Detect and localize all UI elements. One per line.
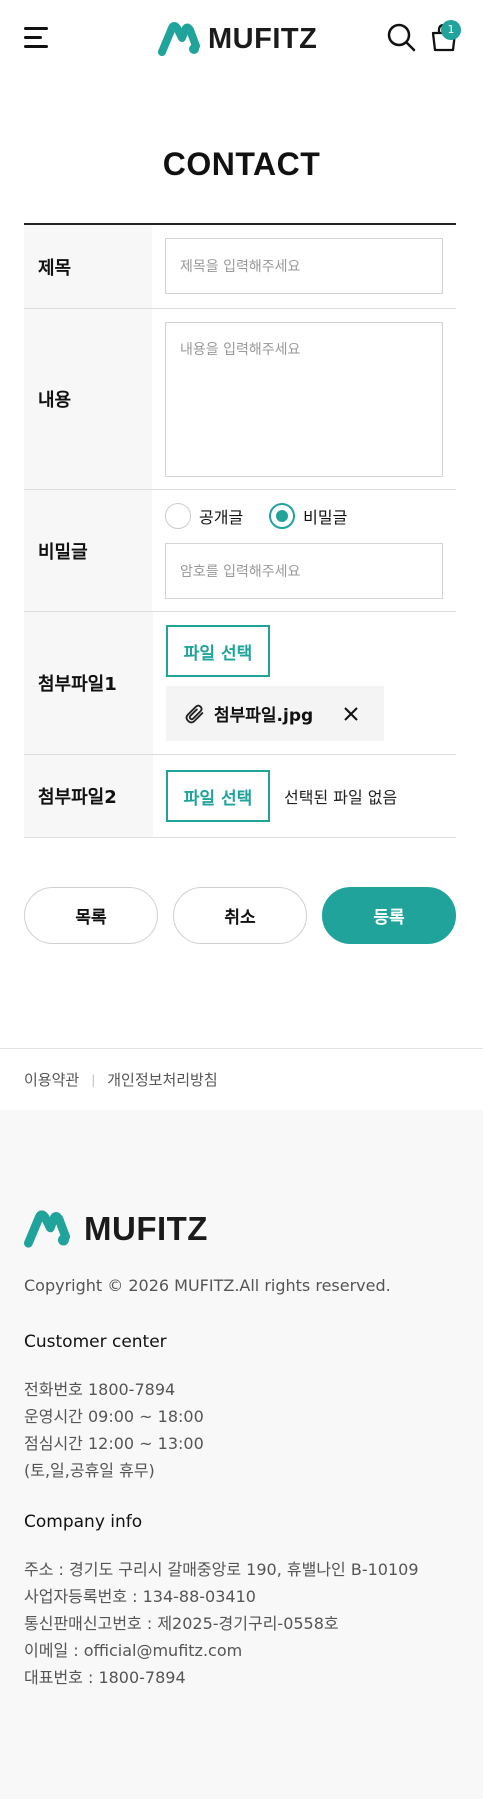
info-line: 대표번호 : 1800-7894 [24,1668,186,1687]
logo-mark-icon [158,22,200,56]
secret-radio[interactable]: 비밀글 [269,503,347,529]
cart-count-badge: 1 [441,20,461,40]
footer-links: 이용약관 | 개인정보처리방침 [0,1048,483,1110]
content-row: 내용 내용을 입력해주세요 [24,309,456,490]
submit-button[interactable]: 등록 [322,887,456,944]
footer-brand-logo: MUFITZ [24,1210,208,1248]
file1-label: 첨부파일1 [24,612,153,754]
secret-radio-label: 비밀글 [303,508,348,527]
info-line: 통신판매신고번호 : 제2025-경기구리-0558호 [24,1614,339,1633]
customer-center-heading: Customer center [24,1332,167,1352]
file1-row: 첨부파일1 파일 선택 첨부파일.jpg [24,612,456,755]
brand-name: MUFITZ [208,22,318,55]
paperclip-icon [185,704,204,723]
cancel-button[interactable]: 취소 [173,887,307,944]
info-line: 전화번호 1800-7894 [24,1380,176,1399]
file2-status: 선택된 파일 없음 [284,788,398,807]
remove-file-close-icon[interactable] [342,705,360,723]
menu-icon[interactable] [24,26,50,48]
contact-form: 제목 제목을 입력해주세요 내용 내용을 입력해주세요 비밀글 공개글 비밀글 … [24,223,456,838]
privacy-link[interactable]: 개인정보처리방침 [107,1069,217,1090]
file2-label: 첨부파일2 [24,755,153,837]
info-line: 주소 : 경기도 구리시 갈매중앙로 190, 휴밸나인 B-10109 [24,1560,419,1579]
public-radio[interactable]: 공개글 [165,503,243,529]
form-actions: 목록 취소 등록 [24,887,456,944]
title-input[interactable]: 제목을 입력해주세요 [165,238,443,294]
content-label: 내용 [24,309,152,489]
file2-row: 첨부파일2 파일 선택 선택된 파일 없음 [24,755,456,838]
radio-unchecked-icon [165,503,191,529]
footer-brand-name: MUFITZ [84,1210,208,1247]
logo-mark-icon [24,1210,70,1248]
footer: MUFITZ Copyright © 2026 MUFITZ.All right… [0,1110,483,1799]
company-info: 주소 : 경기도 구리시 갈매중앙로 190, 휴밸나인 B-10109 사업자… [24,1556,419,1691]
page-title: CONTACT [162,146,321,182]
secret-row: 비밀글 공개글 비밀글 암호를 입력해주세요 [24,490,456,612]
customer-center-info: 전화번호 1800-7894 운영시간 09:00 ~ 18:00 점심시간 1… [24,1376,204,1484]
secret-label: 비밀글 [24,490,152,611]
copyright: Copyright © 2026 MUFITZ.All rights reser… [24,1276,391,1295]
info-line: 운영시간 09:00 ~ 18:00 [24,1407,204,1426]
attached-file-chip: 첨부파일.jpg [166,686,384,741]
info-line: (토,일,공휴일 휴무) [24,1461,155,1480]
info-line: 점심시간 12:00 ~ 13:00 [24,1434,204,1453]
terms-link[interactable]: 이용약관 [24,1069,79,1090]
list-button[interactable]: 목록 [24,887,158,944]
file1-select-button[interactable]: 파일 선택 [166,625,270,677]
brand-logo[interactable]: MUFITZ [158,20,317,58]
content-textarea[interactable]: 내용을 입력해주세요 [165,322,443,477]
password-input[interactable]: 암호를 입력해주세요 [165,543,443,599]
visibility-radio-group: 공개글 비밀글 [165,497,443,535]
file2-select-button[interactable]: 파일 선택 [166,770,270,822]
info-line: 사업자등록번호 : 134-88-03410 [24,1587,256,1606]
link-separator: | [91,1072,96,1087]
header: MUFITZ 1 [0,0,483,76]
title-label: 제목 [24,225,152,308]
public-radio-label: 공개글 [199,508,244,527]
info-line: 이메일 : official@mufitz.com [24,1641,243,1660]
attached-file-name: 첨부파일.jpg [214,706,314,726]
search-icon[interactable] [386,22,416,52]
company-info-heading: Company info [24,1512,143,1532]
radio-checked-icon [269,503,296,529]
title-row: 제목 제목을 입력해주세요 [24,225,456,309]
